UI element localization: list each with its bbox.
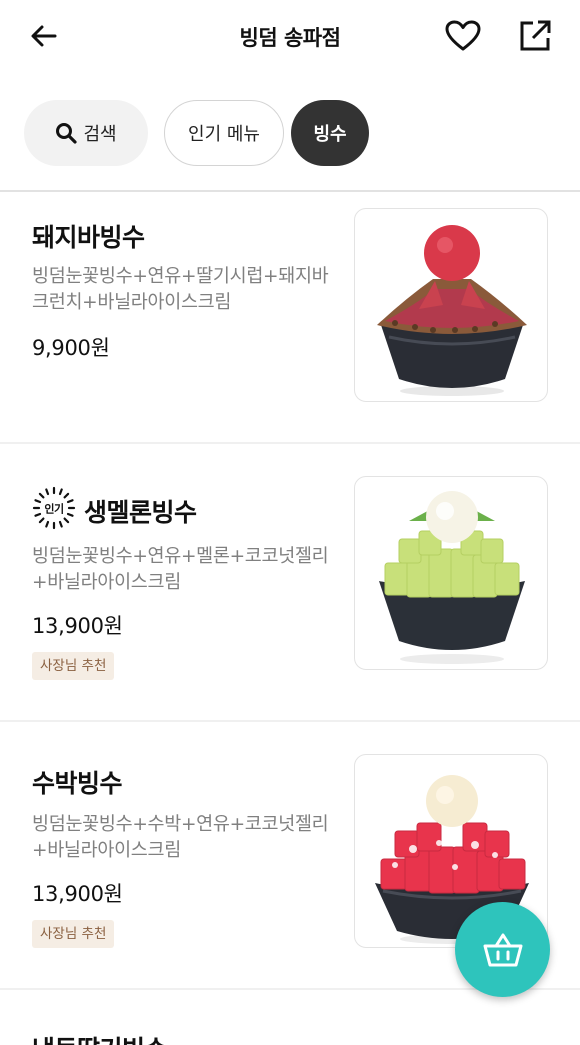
popular-badge-icon: 인기 [32, 486, 76, 536]
bingsu-chip-label: 빙수 [313, 124, 347, 145]
menu-photo [354, 476, 548, 670]
search-chip[interactable]: 검색 [24, 100, 148, 166]
search-icon [56, 123, 78, 144]
menu-item[interactable]: 돼지바빙수 빙덤눈꽃빙수+연유+딸기시럽+돼지바크런치+바닐라아이스크림 9,9… [0, 192, 580, 442]
menu-price: 13,900원 [32, 882, 123, 906]
top-app-bar: 빙덤 송파점 [0, 0, 580, 72]
menu-description: 빙덤눈꽃빙수+연유+멜론+코코넛젤리+바닐라아이스크림 [32, 546, 329, 593]
share-icon [520, 20, 551, 51]
cart-button[interactable] [455, 902, 550, 997]
heart-icon [445, 20, 481, 51]
owner-recommend-badge: 사장님 추천 [32, 652, 115, 680]
menu-price: 9,900원 [32, 336, 110, 360]
menu-name: 돼지바빙수 [32, 223, 145, 252]
popular-menu-chip-label: 인기 메뉴 [188, 124, 260, 145]
menu-description: 빙덤눈꽃빙수+연유+딸기시럽+돼지바크런치+바닐라아이스크림 [32, 266, 329, 313]
category-chips: 검색 인기 메뉴 빙수 [0, 100, 580, 168]
menu-name: 수박빙수 [32, 769, 123, 798]
owner-recommend-badge: 사장님 추천 [32, 920, 115, 948]
popular-tag-text: 인기 [44, 502, 63, 516]
menu-name: 생멜론빙수 [84, 498, 197, 527]
search-chip-label: 검색 [83, 124, 117, 145]
store-title: 빙덤 송파점 [239, 26, 341, 50]
menu-name: 냉동딸기빙수 [32, 1030, 168, 1045]
favorite-button[interactable] [441, 14, 485, 58]
menu-price: 13,900원 [32, 614, 123, 638]
bingsu-chip[interactable]: 빙수 [291, 100, 369, 166]
menu-item[interactable]: 인기 생멜론빙수 빙덤눈꽃빙수+연유+멜론+코코넛젤리+바닐라아이스크림 13,… [0, 444, 580, 720]
menu-photo [354, 208, 548, 402]
menu-item[interactable]: 냉동딸기빙수 [0, 990, 580, 1045]
menu-description: 빙덤눈꽃빙수+수박+연유+코코넛젤리+바닐라아이스크림 [32, 814, 329, 861]
basket-icon [483, 933, 522, 966]
popular-menu-chip[interactable]: 인기 메뉴 [164, 100, 284, 166]
menu-name-row: 인기 생멜론빙수 [32, 486, 197, 536]
share-button[interactable] [513, 14, 557, 58]
melon-bingsu-photo [379, 491, 525, 664]
pig-bar-bingsu-photo [377, 225, 527, 396]
